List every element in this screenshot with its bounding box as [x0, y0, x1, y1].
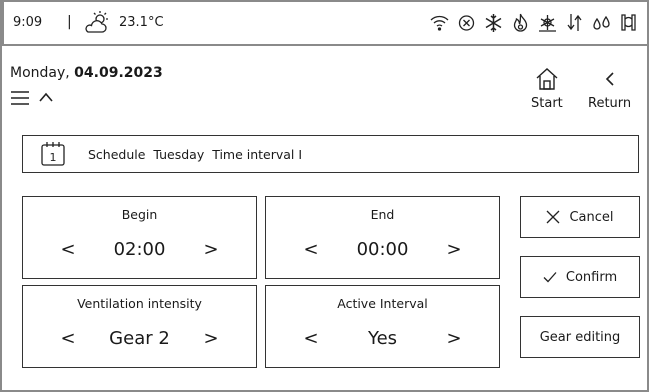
return-label: Return [588, 96, 632, 111]
status-separator: | [67, 14, 72, 30]
status-bar: 9:09 | 23.1°C [2, 0, 649, 46]
begin-label: Begin [121, 207, 158, 222]
defrost-icon [539, 15, 556, 32]
calendar-icon: 1 [41, 142, 65, 166]
circle-x-icon [458, 15, 475, 31]
close-icon [547, 210, 560, 224]
calendar-day: 1 [50, 151, 57, 164]
cancel-label: Cancel [569, 209, 614, 225]
ventilation-tile: Ventilation intensity < Gear 2 > [22, 285, 257, 368]
checkmark-icon [543, 272, 557, 283]
water-drops-icon [593, 15, 610, 30]
date-line: Monday, 04.09.2023 [10, 65, 163, 81]
ventilation-increase-button[interactable]: > [200, 328, 222, 349]
start-button[interactable]: Start [531, 66, 563, 111]
confirm-button[interactable]: Confirm [520, 256, 640, 298]
end-increase-button[interactable]: > [443, 239, 465, 260]
filter-icon [621, 14, 636, 31]
active-interval-label: Active Interval [337, 296, 428, 311]
flame-icon [513, 13, 528, 32]
confirm-label: Confirm [565, 269, 618, 285]
home-icon [536, 68, 558, 90]
end-tile: End < 00:00 > [265, 196, 500, 279]
return-button[interactable]: Return [588, 66, 631, 111]
hamburger-menu-icon[interactable] [10, 89, 30, 107]
weekday-label: Monday, [10, 65, 70, 81]
active-interval-tile: Active Interval < Yes > [265, 285, 500, 368]
chevron-up-icon[interactable] [38, 90, 54, 104]
status-icons [429, 11, 639, 34]
begin-tile: Begin < 02:00 > [22, 196, 257, 279]
schedule-bar: 1 Schedule Tuesday Time interval I [22, 135, 639, 173]
chevron-left-icon [605, 72, 614, 86]
temperature-readout: 23.1°C [119, 15, 164, 30]
gear-editing-button[interactable]: Gear editing [520, 316, 640, 358]
airflow-icon [567, 14, 582, 31]
gear-editing-label: Gear editing [539, 329, 621, 345]
active-interval-increase-button[interactable]: > [443, 328, 465, 349]
sun-cloud-icon [85, 11, 108, 33]
device-screen: 9:09 | 23.1°C Monday, 04.09.2023 Start R… [0, 0, 649, 392]
current-date: 04.09.2023 [74, 65, 163, 81]
snowflake-icon [485, 14, 502, 32]
end-label: End [370, 207, 395, 222]
clock: 9:09 [13, 15, 43, 30]
begin-increase-button[interactable]: > [200, 239, 222, 260]
start-label: Start [531, 96, 563, 111]
ventilation-label: Ventilation intensity [77, 296, 202, 311]
cancel-button[interactable]: Cancel [520, 196, 640, 238]
schedule-title: Schedule Tuesday Time interval I [88, 146, 303, 162]
wifi-icon [430, 15, 449, 31]
